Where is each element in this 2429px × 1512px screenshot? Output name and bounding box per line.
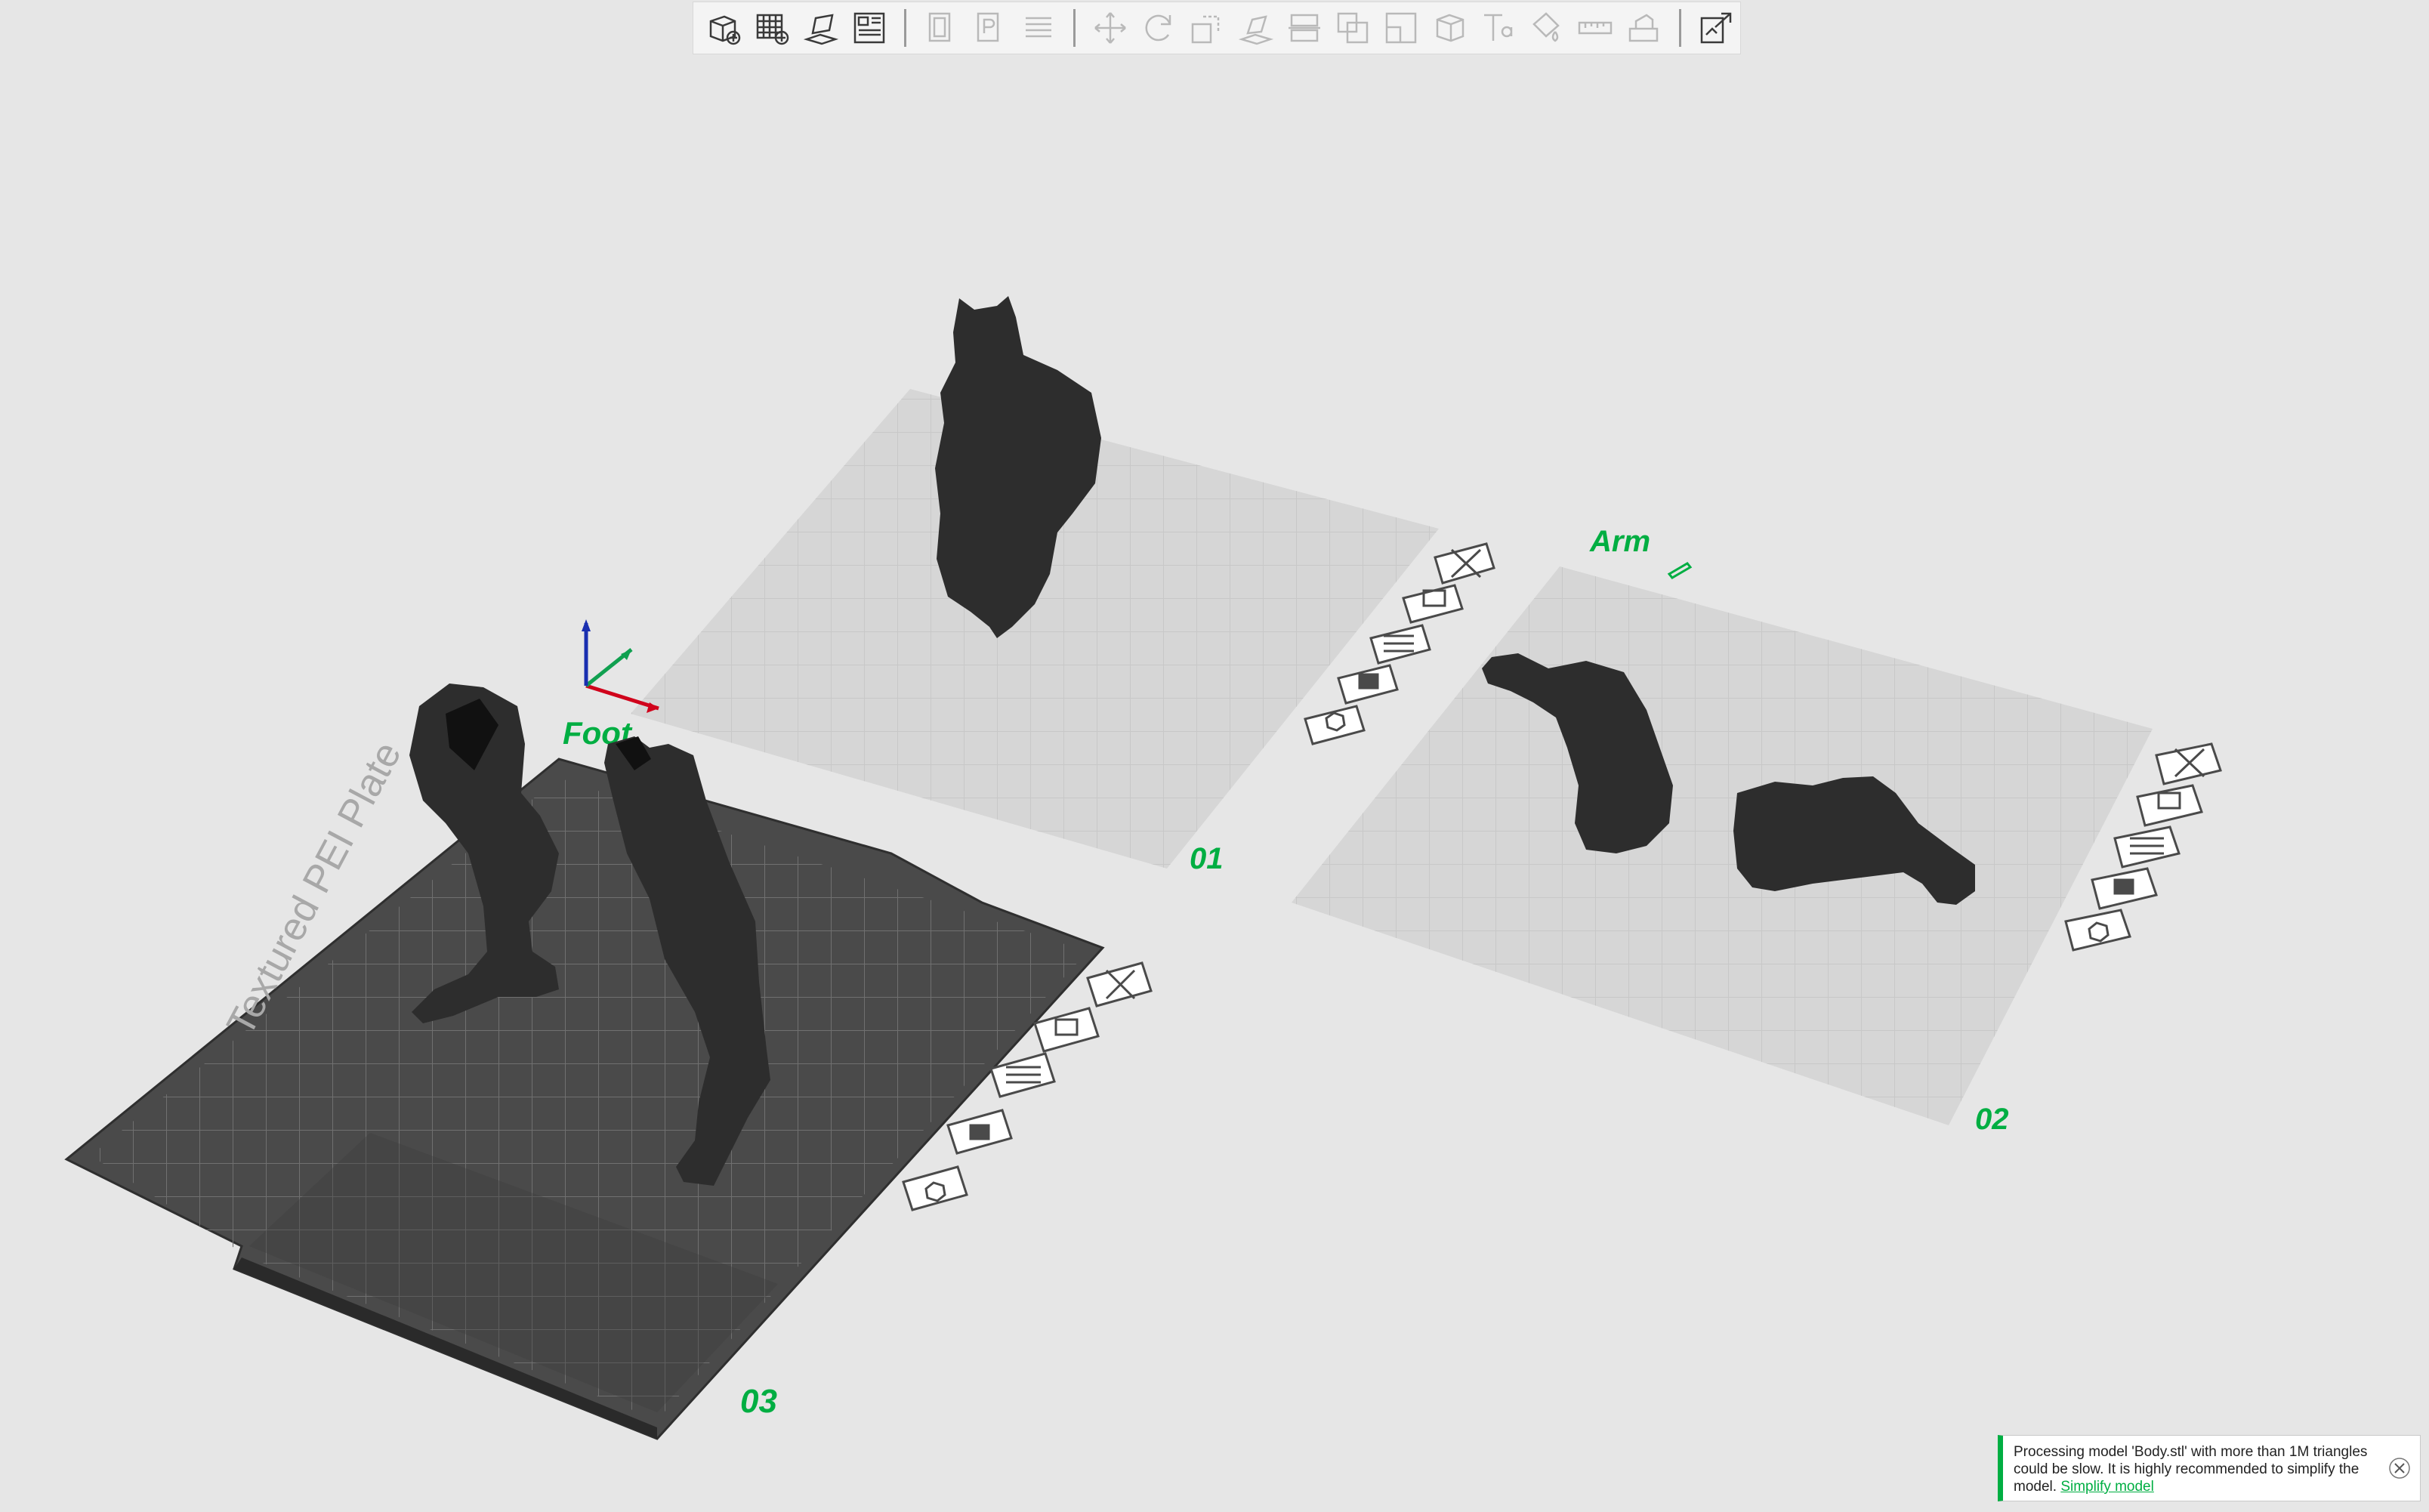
plate-number-01: 01	[1190, 842, 1224, 875]
toolbar-separator	[1678, 9, 1681, 47]
notification-toast: Processing model 'Body.stl' with more th…	[1998, 1435, 2421, 1501]
lay-on-face-icon[interactable]	[1234, 6, 1276, 50]
arrange-plate-icon[interactable]	[1369, 624, 1431, 665]
add-object-icon[interactable]	[702, 6, 745, 50]
toolbar-separator	[904, 9, 906, 47]
seam-paint-icon[interactable]	[1429, 6, 1471, 50]
assembly-view-icon[interactable]	[1695, 6, 1737, 50]
auto-orient-icon[interactable]	[800, 6, 842, 50]
plate-settings-icon[interactable]	[2064, 909, 2131, 952]
pick-plate-icon[interactable]	[1033, 1007, 1100, 1053]
plate-settings-icon[interactable]	[1304, 705, 1366, 745]
edit-plate-name-icon[interactable]	[1667, 562, 1693, 579]
plate-number-03: 03	[740, 1383, 777, 1420]
pick-plate-icon[interactable]	[1402, 584, 1464, 624]
main-toolbar	[693, 2, 1741, 54]
delete-plate-icon[interactable]	[1086, 961, 1153, 1007]
rotate-icon[interactable]	[1137, 6, 1180, 50]
add-plate-icon[interactable]	[751, 6, 793, 50]
scale-icon[interactable]	[1186, 6, 1228, 50]
cut-icon[interactable]	[1283, 6, 1326, 50]
plate-name-02[interactable]: Arm	[1589, 525, 1650, 558]
lock-plate-icon[interactable]	[946, 1109, 1013, 1155]
arrange-plate-icon[interactable]	[2113, 825, 2181, 869]
plate-03[interactable]: Textured PEI Plate 03 Foot	[64, 715, 1105, 1440]
lock-plate-icon[interactable]	[1337, 664, 1399, 705]
support-paint-icon[interactable]	[1380, 6, 1422, 50]
measure-icon[interactable]	[1574, 6, 1616, 50]
close-icon[interactable]	[2387, 1455, 2412, 1481]
delete-plate-icon[interactable]	[1434, 542, 1495, 585]
plate-number-02: 02	[1975, 1103, 2009, 1136]
arrange-icon[interactable]	[848, 6, 890, 50]
lock-plate-icon[interactable]	[2091, 867, 2158, 910]
plate-settings-icon[interactable]	[902, 1165, 968, 1211]
delete-plate-icon[interactable]	[2155, 742, 2222, 785]
layers-icon[interactable]	[1017, 6, 1060, 50]
split-parts-icon[interactable]	[968, 6, 1011, 50]
pick-plate-icon[interactable]	[2136, 784, 2203, 827]
color-paint-icon[interactable]	[1526, 6, 1568, 50]
toolbar-separator	[1073, 9, 1076, 47]
boolean-icon[interactable]	[1332, 6, 1374, 50]
assembly-icon[interactable]	[1623, 6, 1665, 50]
text-shape-icon[interactable]	[1477, 6, 1520, 50]
simplify-model-link[interactable]: Simplify model	[2060, 1479, 2154, 1495]
move-icon[interactable]	[1089, 6, 1131, 50]
3d-viewport[interactable]: 01 02 Arm Textured PEI Plate 03 Foot	[0, 0, 2429, 1512]
split-objects-icon[interactable]	[920, 6, 962, 50]
